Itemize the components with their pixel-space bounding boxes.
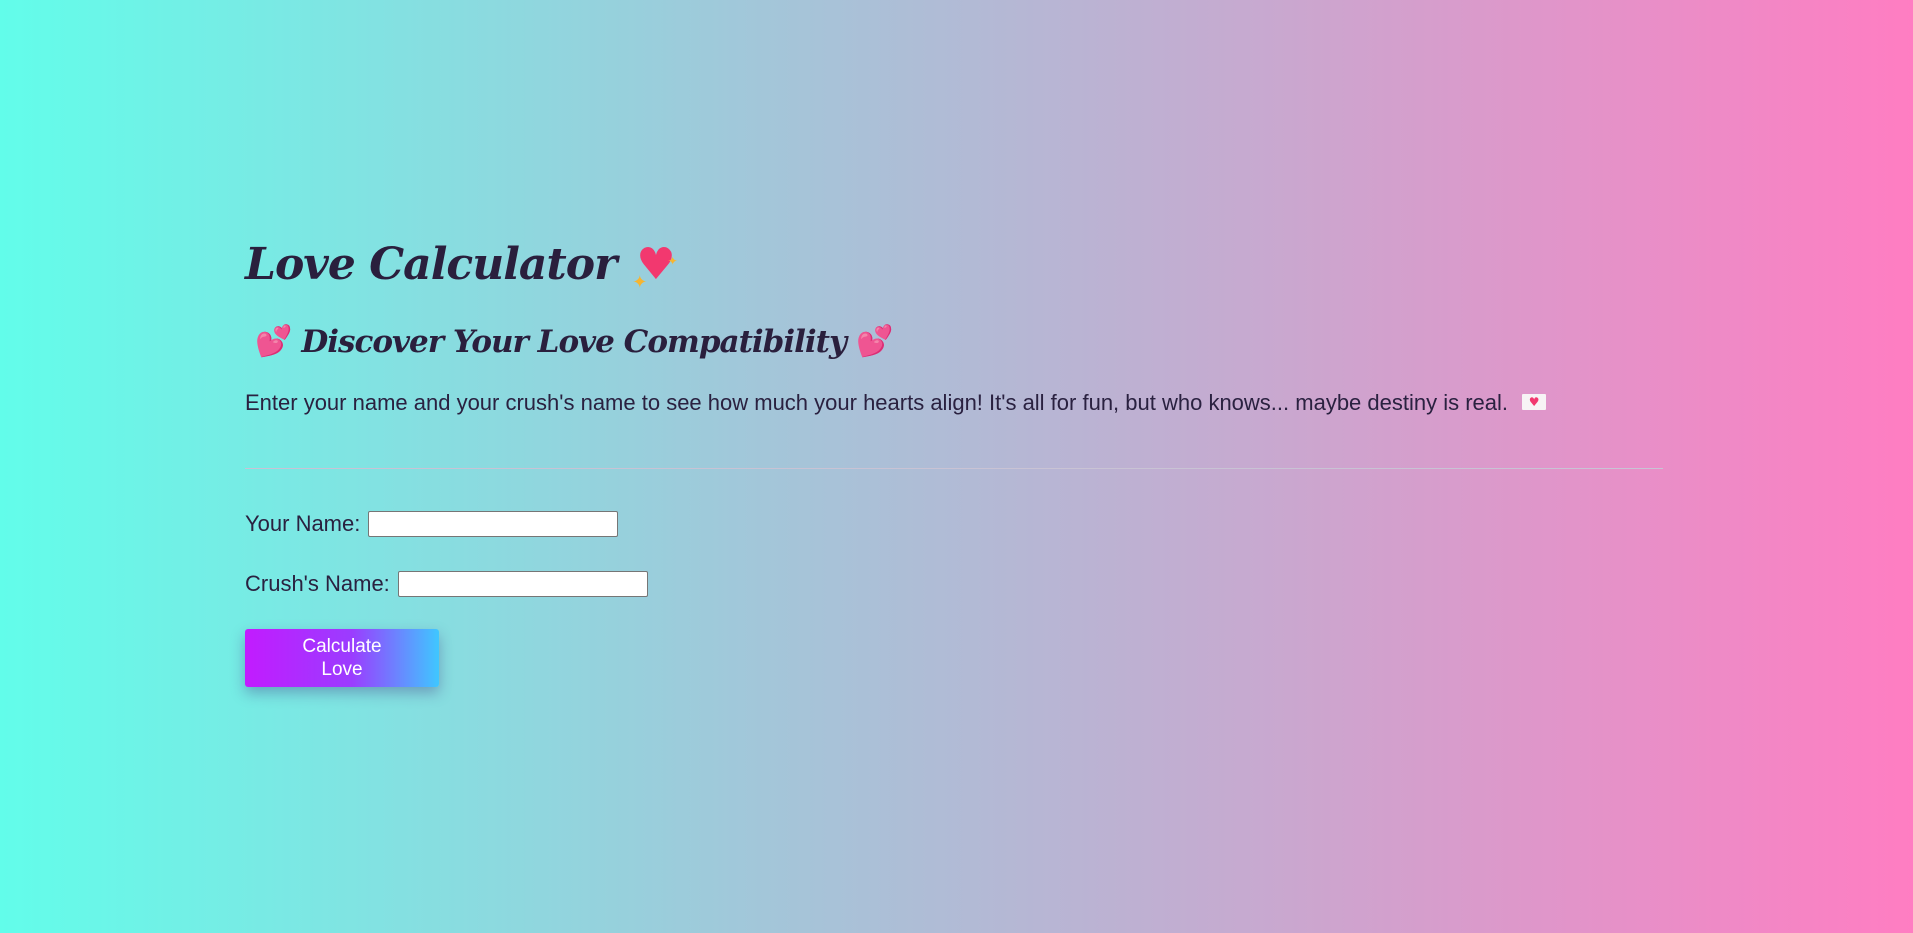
intro-text-row: Enter your name and your crush's name to… [245,388,1663,418]
love-letter-icon: ♥ [1522,394,1547,411]
crush-name-label: Crush's Name: [245,571,390,596]
two-hearts-icon: 💕 [255,324,292,359]
crush-name-input[interactable] [397,571,648,597]
intro-text: Enter your name and your crush's name to… [245,390,1509,415]
your-name-row: Your Name: [245,509,1663,539]
calculate-love-button[interactable]: Calculate Love [245,629,439,687]
page-title-row: Love Calculator ♥ ✦ ✦ [245,230,1663,300]
page-title: Love Calculator [245,239,617,290]
subtitle: Discover Your Love Compatibility [301,324,847,360]
divider [245,468,1663,469]
sparkling-heart-icon: ♥ ✦ ✦ [632,239,677,293]
main-content: Love Calculator ♥ ✦ ✦ 💕 Discover Your Love… [245,230,1663,687]
crush-name-row: Crush's Name: [245,569,1663,599]
your-name-input[interactable] [368,511,619,537]
subtitle-row: 💕 Discover Your Love Compatibility 💕 [245,320,1663,364]
your-name-label: Your Name: [245,511,361,536]
two-hearts-icon: 💕 [856,324,893,359]
